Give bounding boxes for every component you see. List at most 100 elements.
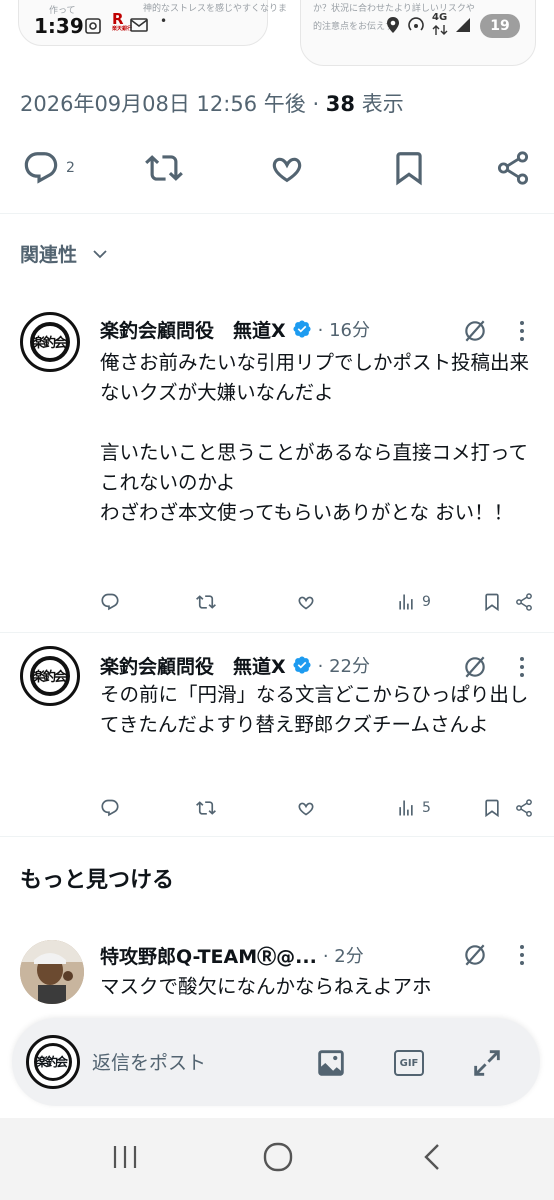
views-button[interactable]: 5 [396, 796, 431, 820]
notification-peek-text: 的注意点をお伝えす [313, 22, 395, 32]
notification-peek-text: か？状況に合わせたより詳しいリスクや [313, 4, 475, 14]
tweet-header: 楽釣会顧問役 無道X · 22分 [100, 652, 370, 678]
reply-button[interactable] [100, 796, 120, 820]
battery-indicator: 19 [480, 14, 520, 38]
reply-icon [101, 799, 119, 817]
post-timestamp-line: 2026年09月08日 12:56 午後 · 38 表示 [20, 92, 404, 116]
data-arrows-icon [432, 25, 448, 35]
post-timestamp: 2026年09月08日 12:56 午後 [20, 92, 306, 116]
divider [0, 632, 554, 633]
bookmark-button[interactable] [390, 145, 428, 191]
bookmark-button[interactable] [482, 796, 502, 820]
share-icon [516, 593, 532, 611]
avatar[interactable]: 楽釣会 [20, 646, 80, 706]
post-action-bar: 2 [0, 145, 554, 191]
reply-button[interactable] [100, 590, 120, 614]
author-name[interactable]: 楽釣会顧問役 無道X [100, 652, 286, 679]
my-avatar: 楽釣会 [26, 1035, 80, 1089]
more-icon[interactable] [512, 654, 532, 680]
more-icon[interactable] [512, 942, 532, 968]
system-navigation-bar [0, 1118, 554, 1200]
tweet-time: · 2分 [322, 946, 364, 967]
image-icon[interactable] [314, 1046, 348, 1080]
views-count: 5 [422, 800, 431, 816]
views-icon [399, 594, 413, 610]
grok-icon[interactable] [462, 942, 488, 968]
recents-icon[interactable] [108, 1142, 142, 1172]
repost-button[interactable] [145, 145, 183, 191]
views-count: 9 [422, 594, 431, 610]
author-name[interactable]: 特攻野郎Q-TEAMⓇ@... [100, 942, 317, 969]
repost-icon [196, 801, 216, 815]
repost-icon [145, 155, 183, 181]
tweet-time: · 16分 [317, 320, 371, 341]
status-time: 1:39 [34, 14, 84, 38]
repost-button[interactable] [196, 590, 216, 614]
network-type: 4G [432, 12, 448, 23]
location-icon [387, 17, 399, 33]
discover-tweet[interactable]: 特攻野郎Q-TEAMⓇ@... · 2分 マスクで酸欠になんかならねえよアホ [0, 930, 554, 1020]
repost-icon [196, 595, 216, 609]
divider [0, 836, 554, 837]
expand-icon[interactable] [470, 1046, 504, 1080]
grok-icon[interactable] [462, 318, 488, 344]
views-label: 表示 [355, 92, 404, 116]
dot-indicator: • [160, 14, 168, 28]
hotspot-icon [408, 17, 424, 31]
like-button[interactable] [268, 145, 306, 191]
views-button[interactable]: 9 [396, 590, 431, 614]
tweet-text: 俺さお前みたいな引用リプでしかポスト投稿出来ないクズが大嫌いなんだよ 言いたいこ… [100, 351, 530, 524]
notification-peek-text: 神的なストレスを感じやすくなりま [143, 4, 288, 14]
share-icon [497, 151, 529, 185]
views-count: 38 [325, 92, 356, 116]
share-button[interactable] [514, 796, 534, 820]
bookmark-button[interactable] [482, 590, 502, 614]
more-icon[interactable] [512, 318, 532, 344]
screenshot-icon [85, 18, 101, 34]
back-icon[interactable] [420, 1142, 444, 1172]
gif-button[interactable]: GIF [392, 1046, 426, 1080]
tweet-text: マスクで酸欠になんかならねえよアホ [100, 975, 432, 998]
share-button[interactable] [494, 145, 532, 191]
tweet-time: · 22分 [317, 656, 371, 677]
grok-icon[interactable] [462, 654, 488, 680]
like-icon [298, 596, 314, 610]
status-bar: 作って 神的なストレスを感じやすくなりま か？状況に合わせたより詳しいリスクや … [0, 0, 554, 66]
share-icon [516, 799, 532, 817]
replies-sort-dropdown[interactable]: 関連性 [20, 240, 109, 267]
like-button[interactable] [296, 796, 316, 820]
reply-composer[interactable]: 楽釣会 返信をポスト GIF [12, 1018, 540, 1106]
divider [0, 213, 554, 214]
avatar[interactable]: 楽釣会 [20, 312, 80, 372]
tweet-text: その前に「円滑」なる文言どこからひっぱり出してきたんだよすり替え野郎クズチームさ… [100, 683, 529, 736]
reply-icon [24, 152, 58, 184]
rakuten-logo: R 楽天銀行 [112, 10, 133, 32]
share-button[interactable] [514, 590, 534, 614]
tweet-action-bar: 5 [100, 796, 540, 820]
chevron-down-icon [93, 249, 107, 258]
author-name[interactable]: 楽釣会顧問役 無道X [100, 316, 286, 343]
verified-icon [293, 656, 311, 674]
tweet-action-bar: 9 [100, 590, 540, 614]
reply-input[interactable]: 返信をポスト [92, 1048, 206, 1075]
tweet-header: 特攻野郎Q-TEAMⓇ@... · 2分 [100, 942, 364, 968]
bookmark-icon [396, 152, 422, 186]
views-icon [399, 800, 413, 816]
avatar[interactable] [20, 940, 84, 1004]
like-icon [272, 157, 302, 183]
discover-heading: もっと見つける [20, 868, 175, 893]
sort-label: 関連性 [20, 244, 78, 266]
tweet-header: 楽釣会顧問役 無道X · 16分 [100, 316, 370, 342]
like-button[interactable] [296, 590, 316, 614]
signal-icon [456, 18, 470, 32]
reply-tweet[interactable]: 楽釣会 楽釣会顧問役 無道X · 16分 俺さお前みたいな引用リプでしかポスト投… [0, 300, 554, 630]
repost-button[interactable] [196, 796, 216, 820]
bookmark-icon [485, 593, 499, 612]
mail-icon [130, 18, 148, 32]
reply-button[interactable]: 2 [22, 145, 75, 191]
bookmark-icon [485, 799, 499, 818]
gif-icon: GIF [394, 1050, 424, 1076]
reply-tweet[interactable]: 楽釣会 楽釣会顧問役 無道X · 22分 その前に「円滑」なる文言どこからひっぱ… [0, 634, 554, 834]
home-icon[interactable] [262, 1142, 294, 1172]
reply-icon [101, 593, 119, 611]
